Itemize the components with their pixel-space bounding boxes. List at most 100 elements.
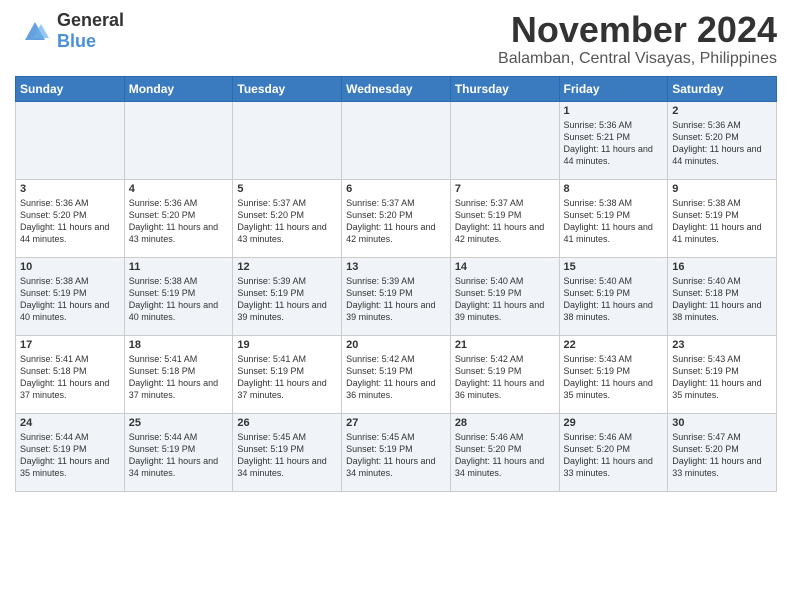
calendar-day-cell: 19 Sunrise: 5:41 AM Sunset: 5:19 PM Dayli…: [233, 335, 342, 413]
day-info: Sunrise: 5:44 AM Sunset: 5:19 PM Dayligh…: [129, 431, 229, 480]
day-info: Sunrise: 5:43 AM Sunset: 5:19 PM Dayligh…: [672, 353, 772, 402]
day-number: 13: [346, 261, 446, 273]
day-number: 25: [129, 417, 229, 429]
day-info: Sunrise: 5:37 AM Sunset: 5:19 PM Dayligh…: [455, 197, 555, 246]
main-container: General Blue November 2024 Balamban, Cen…: [0, 0, 792, 502]
calendar-day-cell: [233, 101, 342, 179]
header: General Blue November 2024 Balamban, Cen…: [15, 10, 777, 68]
day-info: Sunrise: 5:39 AM Sunset: 5:19 PM Dayligh…: [237, 275, 337, 324]
day-number: 3: [20, 183, 120, 195]
calendar-day-cell: 14Sunrise: 5:40 AM Sunset: 5:19 PM Dayli…: [450, 257, 559, 335]
day-number: 21: [455, 339, 555, 351]
logo-icon: [15, 12, 53, 50]
day-info: Sunrise: 5:41 AM Sunset: 5:18 PM Dayligh…: [129, 353, 229, 402]
day-number: 20: [346, 339, 446, 351]
day-number: 8: [564, 183, 664, 195]
day-info: Sunrise: 5:36 AM Sunset: 5:21 PM Dayligh…: [564, 119, 664, 168]
day-number: 2: [672, 105, 772, 117]
calendar-day-cell: 8 Sunrise: 5:38 AM Sunset: 5:19 PM Daylig…: [559, 179, 668, 257]
day-number: 24: [20, 417, 120, 429]
logo: General Blue: [15, 10, 124, 52]
day-info: Sunrise: 5:46 AM Sunset: 5:20 PM Dayligh…: [564, 431, 664, 480]
calendar-day-cell: 16 Sunrise: 5:40 AM Sunset: 5:18 PM Dayli…: [668, 257, 777, 335]
calendar-week-row: 3 Sunrise: 5:36 AM Sunset: 5:20 PM Daylig…: [16, 179, 777, 257]
day-info: Sunrise: 5:38 AM Sunset: 5:19 PM Dayligh…: [564, 197, 664, 246]
calendar-day-cell: 20 Sunrise: 5:42 AM Sunset: 5:19 PM Dayli…: [342, 335, 451, 413]
calendar-day-cell: 12 Sunrise: 5:39 AM Sunset: 5:19 PM Dayli…: [233, 257, 342, 335]
calendar-day-cell: 23 Sunrise: 5:43 AM Sunset: 5:19 PM Dayli…: [668, 335, 777, 413]
header-row: Sunday Monday Tuesday Wednesday Thursday…: [16, 76, 777, 101]
day-info: Sunrise: 5:43 AM Sunset: 5:19 PM Dayligh…: [564, 353, 664, 402]
calendar-day-cell: 25 Sunrise: 5:44 AM Sunset: 5:19 PM Dayli…: [124, 413, 233, 491]
calendar-day-cell: 13 Sunrise: 5:39 AM Sunset: 5:19 PM Dayli…: [342, 257, 451, 335]
day-info: Sunrise: 5:40 AM Sunset: 5:19 PM Dayligh…: [455, 275, 555, 324]
calendar-day-cell: 15Sunrise: 5:40 AM Sunset: 5:19 PM Dayli…: [559, 257, 668, 335]
col-wednesday: Wednesday: [342, 76, 451, 101]
calendar-day-cell: 28Sunrise: 5:46 AM Sunset: 5:20 PM Dayli…: [450, 413, 559, 491]
day-info: Sunrise: 5:37 AM Sunset: 5:20 PM Dayligh…: [346, 197, 446, 246]
calendar-day-cell: [450, 101, 559, 179]
day-info: Sunrise: 5:36 AM Sunset: 5:20 PM Dayligh…: [129, 197, 229, 246]
day-number: 12: [237, 261, 337, 273]
calendar-header: Sunday Monday Tuesday Wednesday Thursday…: [16, 76, 777, 101]
col-monday: Monday: [124, 76, 233, 101]
day-number: 9: [672, 183, 772, 195]
day-info: Sunrise: 5:40 AM Sunset: 5:19 PM Dayligh…: [564, 275, 664, 324]
day-number: 11: [129, 261, 229, 273]
month-title: November 2024: [498, 10, 777, 50]
day-number: 6: [346, 183, 446, 195]
day-info: Sunrise: 5:36 AM Sunset: 5:20 PM Dayligh…: [672, 119, 772, 168]
calendar-body: 1 Sunrise: 5:36 AM Sunset: 5:21 PM Daylig…: [16, 101, 777, 491]
calendar-day-cell: [342, 101, 451, 179]
day-number: 30: [672, 417, 772, 429]
col-sunday: Sunday: [16, 76, 125, 101]
day-info: Sunrise: 5:42 AM Sunset: 5:19 PM Dayligh…: [455, 353, 555, 402]
calendar-day-cell: 4 Sunrise: 5:36 AM Sunset: 5:20 PM Daylig…: [124, 179, 233, 257]
day-number: 7: [455, 183, 555, 195]
day-info: Sunrise: 5:38 AM Sunset: 5:19 PM Dayligh…: [672, 197, 772, 246]
calendar-day-cell: 26 Sunrise: 5:45 AM Sunset: 5:19 PM Dayli…: [233, 413, 342, 491]
day-info: Sunrise: 5:45 AM Sunset: 5:19 PM Dayligh…: [237, 431, 337, 480]
day-number: 16: [672, 261, 772, 273]
day-info: Sunrise: 5:42 AM Sunset: 5:19 PM Dayligh…: [346, 353, 446, 402]
calendar-day-cell: 3 Sunrise: 5:36 AM Sunset: 5:20 PM Daylig…: [16, 179, 125, 257]
day-info: Sunrise: 5:41 AM Sunset: 5:18 PM Dayligh…: [20, 353, 120, 402]
day-number: 10: [20, 261, 120, 273]
logo-blue: Blue: [57, 31, 124, 52]
calendar-week-row: 1 Sunrise: 5:36 AM Sunset: 5:21 PM Daylig…: [16, 101, 777, 179]
calendar-day-cell: 5Sunrise: 5:37 AM Sunset: 5:20 PM Daylig…: [233, 179, 342, 257]
day-info: Sunrise: 5:44 AM Sunset: 5:19 PM Dayligh…: [20, 431, 120, 480]
day-number: 5: [237, 183, 337, 195]
day-number: 1: [564, 105, 664, 117]
day-number: 26: [237, 417, 337, 429]
calendar-day-cell: 7 Sunrise: 5:37 AM Sunset: 5:19 PM Daylig…: [450, 179, 559, 257]
day-number: 18: [129, 339, 229, 351]
col-friday: Friday: [559, 76, 668, 101]
calendar-day-cell: [16, 101, 125, 179]
day-info: Sunrise: 5:36 AM Sunset: 5:20 PM Dayligh…: [20, 197, 120, 246]
day-info: Sunrise: 5:46 AM Sunset: 5:20 PM Dayligh…: [455, 431, 555, 480]
calendar-day-cell: 27 Sunrise: 5:45 AM Sunset: 5:19 PM Dayli…: [342, 413, 451, 491]
col-thursday: Thursday: [450, 76, 559, 101]
day-number: 19: [237, 339, 337, 351]
calendar-day-cell: [124, 101, 233, 179]
calendar-day-cell: 9 Sunrise: 5:38 AM Sunset: 5:19 PM Daylig…: [668, 179, 777, 257]
calendar-day-cell: 17 Sunrise: 5:41 AM Sunset: 5:18 PM Dayli…: [16, 335, 125, 413]
col-tuesday: Tuesday: [233, 76, 342, 101]
logo-general: General: [57, 10, 124, 31]
day-info: Sunrise: 5:39 AM Sunset: 5:19 PM Dayligh…: [346, 275, 446, 324]
day-number: 17: [20, 339, 120, 351]
col-saturday: Saturday: [668, 76, 777, 101]
day-number: 23: [672, 339, 772, 351]
day-info: Sunrise: 5:40 AM Sunset: 5:18 PM Dayligh…: [672, 275, 772, 324]
day-number: 27: [346, 417, 446, 429]
day-info: Sunrise: 5:41 AM Sunset: 5:19 PM Dayligh…: [237, 353, 337, 402]
calendar-day-cell: 22Sunrise: 5:43 AM Sunset: 5:19 PM Dayli…: [559, 335, 668, 413]
day-info: Sunrise: 5:38 AM Sunset: 5:19 PM Dayligh…: [129, 275, 229, 324]
calendar-day-cell: 11 Sunrise: 5:38 AM Sunset: 5:19 PM Dayli…: [124, 257, 233, 335]
calendar-day-cell: 10Sunrise: 5:38 AM Sunset: 5:19 PM Dayli…: [16, 257, 125, 335]
day-number: 4: [129, 183, 229, 195]
day-info: Sunrise: 5:45 AM Sunset: 5:19 PM Dayligh…: [346, 431, 446, 480]
calendar-day-cell: 29Sunrise: 5:46 AM Sunset: 5:20 PM Dayli…: [559, 413, 668, 491]
logo-text: General Blue: [57, 10, 124, 52]
